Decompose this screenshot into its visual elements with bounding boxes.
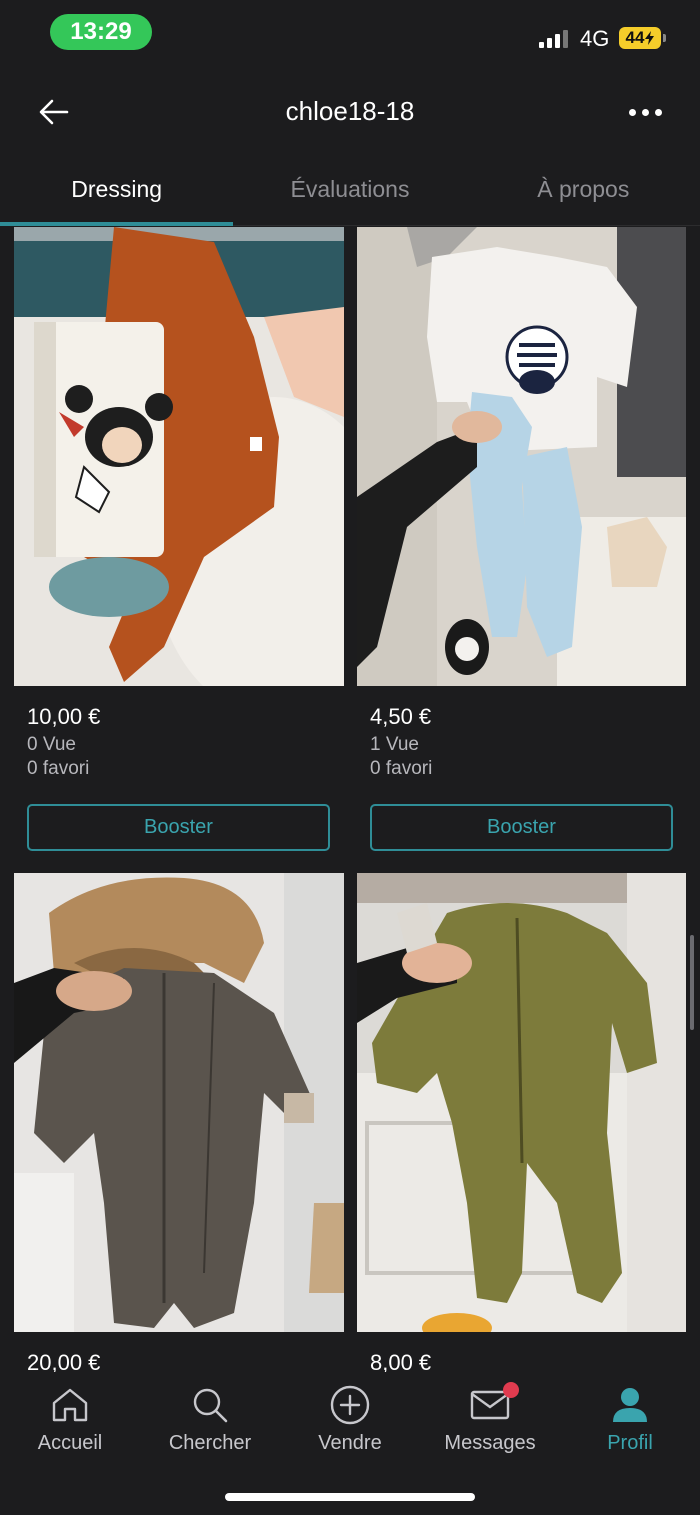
zebra-pyjama-photo-icon bbox=[357, 227, 686, 686]
khaki-snowsuit-photo-icon bbox=[14, 873, 344, 1332]
item-views: 0 Vue bbox=[27, 734, 76, 755]
battery-icon: 44 bbox=[619, 27, 666, 49]
booster-button[interactable]: Booster bbox=[370, 804, 673, 851]
nav-item-profil[interactable]: Profil bbox=[560, 1382, 700, 1455]
home-icon bbox=[0, 1382, 140, 1428]
mickey-sweater-photo-icon bbox=[14, 227, 344, 686]
tab-a-propos[interactable]: À propos bbox=[467, 160, 700, 225]
more-dots-icon bbox=[628, 108, 636, 116]
mail-icon bbox=[420, 1382, 560, 1428]
status-time: 13:29 bbox=[50, 14, 152, 50]
nav-label: Vendre bbox=[318, 1432, 382, 1454]
item-favorites: 0 favori bbox=[370, 758, 433, 779]
network-type: 4G bbox=[580, 26, 610, 51]
charging-bolt-icon bbox=[645, 31, 655, 45]
nav-label: Profil bbox=[607, 1432, 653, 1454]
nav-label: Messages bbox=[444, 1432, 536, 1454]
item-price: 20,00 € bbox=[27, 1350, 101, 1372]
item-card[interactable]: 20,00 € bbox=[14, 873, 344, 1372]
nav-item-chercher[interactable]: Chercher bbox=[140, 1382, 280, 1455]
green-fleece-onesie-photo-icon bbox=[357, 873, 686, 1332]
tab-dressing[interactable]: Dressing bbox=[0, 160, 234, 226]
item-photo-snowsuit[interactable] bbox=[14, 873, 344, 1332]
nav-label: Chercher bbox=[168, 1432, 252, 1454]
item-card[interactable]: 8,00 € bbox=[357, 873, 686, 1372]
item-price: 10,00 € bbox=[27, 704, 101, 729]
battery-level: 44 bbox=[625, 28, 645, 47]
item-photo-zebra-pyjama[interactable] bbox=[357, 227, 686, 686]
profile-icon bbox=[560, 1382, 700, 1428]
booster-button[interactable]: Booster bbox=[27, 804, 330, 851]
nav-item-accueil[interactable]: Accueil bbox=[0, 1382, 140, 1455]
cellular-signal-icon bbox=[539, 30, 568, 48]
dressing-grid: 10,00 € 0 Vue 0 favori Booster 4,50 € 1 … bbox=[14, 227, 686, 1372]
item-favorites: 0 favori bbox=[27, 758, 90, 779]
notification-badge bbox=[503, 1382, 519, 1398]
item-photo-mickey-sweater[interactable] bbox=[14, 227, 344, 686]
page-title: chloe18-18 bbox=[285, 96, 415, 126]
search-icon bbox=[140, 1382, 280, 1428]
nav-item-messages[interactable]: Messages bbox=[420, 1382, 560, 1455]
item-card[interactable]: 10,00 € 0 Vue 0 favori Booster bbox=[14, 227, 344, 851]
profile-tabs: Dressing Évaluations À propos bbox=[0, 160, 700, 226]
scrollbar[interactable] bbox=[690, 935, 694, 1030]
tab-evaluations[interactable]: Évaluations bbox=[233, 160, 466, 225]
status-bar: 13:29 4G 44 bbox=[0, 0, 700, 66]
home-indicator bbox=[225, 1493, 475, 1501]
item-price: 4,50 € bbox=[370, 704, 432, 729]
item-card[interactable]: 4,50 € 1 Vue 0 favori Booster bbox=[357, 227, 686, 851]
more-options-button[interactable] bbox=[620, 94, 670, 130]
nav-label: Accueil bbox=[37, 1432, 103, 1454]
item-photo-fleece-onesie[interactable] bbox=[357, 873, 686, 1332]
top-app-bar: chloe18-18 bbox=[0, 80, 700, 144]
item-price: 8,00 € bbox=[370, 1350, 432, 1372]
item-views: 1 Vue bbox=[370, 734, 419, 755]
nav-item-vendre[interactable]: Vendre bbox=[280, 1382, 420, 1455]
plus-circle-icon bbox=[280, 1382, 420, 1428]
